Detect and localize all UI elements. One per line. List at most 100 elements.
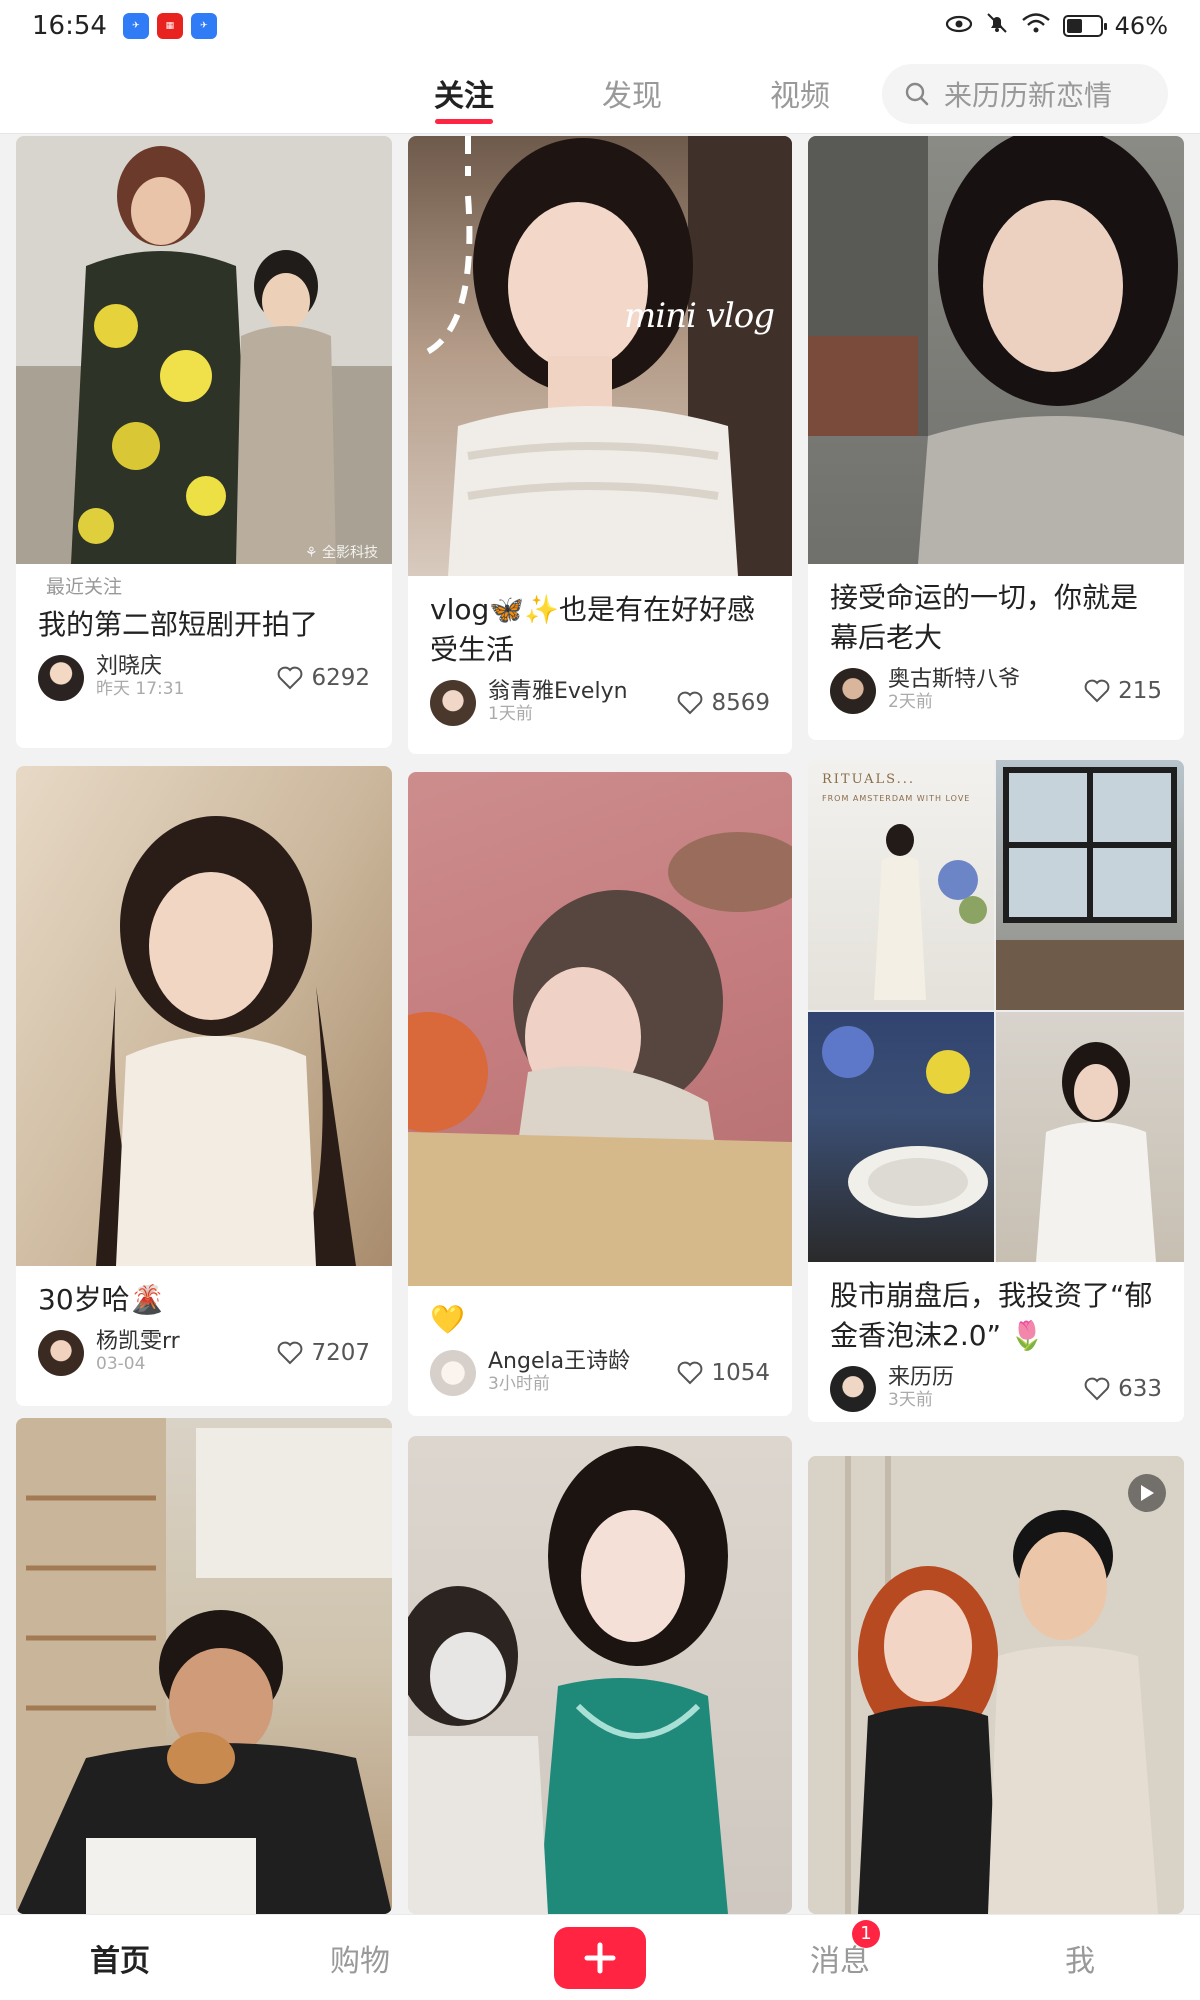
card-title: 股市崩盘后，我投资了“郁金香泡沫2.0” 🌷 [830,1279,1153,1352]
like-count: 6292 [311,665,370,691]
wifi-icon [1021,12,1051,40]
post-time: 3小时前 [488,1374,550,1394]
feed-card[interactable] [408,1436,792,1914]
like-count: 633 [1118,1376,1162,1402]
collage-photo: RITUALS... FROM AMSTERDAM WITH LOVE [808,760,994,1010]
tab-following[interactable]: 关注 [380,52,548,134]
post-time: 2天前 [888,692,933,712]
post-time: 1天前 [488,704,533,724]
card-footer: 奥古斯特八爷 2天前 215 [830,668,1162,714]
battery-level [1066,19,1082,33]
post-time: 昨天 17:31 [96,679,185,699]
avatar [430,680,476,726]
mute-icon [985,11,1009,41]
battery-percent: 46% [1114,12,1168,40]
author-name: 来历历 [888,1365,955,1390]
card-footer: Angela王诗龄 3小时前 1054 [430,1350,770,1396]
card-cover-image: ⚘ 全影科技 [16,136,392,564]
feed-card[interactable]: 30岁哈🌋 杨凯雯rr 03-04 7207 [16,766,392,1406]
avatar [38,1330,84,1376]
collage-photo [996,760,1184,1010]
like-button[interactable]: 215 [1084,678,1162,704]
feed-card[interactable]: RITUALS... FROM AMSTERDAM WITH LOVE 股市崩盘… [808,760,1184,1422]
heart-icon [1084,1377,1110,1401]
play-icon[interactable] [1128,1474,1166,1512]
author-name: 奥古斯特八爷 [888,667,1021,692]
like-button[interactable]: 6292 [277,665,370,691]
author-name: 刘晓庆 [96,654,163,679]
recent-follow-label: 最近关注 [46,576,123,598]
card-cover-image: RITUALS... FROM AMSTERDAM WITH LOVE [808,760,1184,1262]
feed-tabs: 关注 发现 视频 [380,52,884,134]
heart-icon [677,691,703,715]
card-cover-image [408,1436,792,1914]
card-footer: 杨凯雯rr 03-04 7207 [38,1330,370,1376]
search-icon [904,81,930,107]
avatar [830,1366,876,1412]
card-cover-image: mini vlog [408,136,792,576]
top-header: 关注 发现 视频 来历历新恋情 [0,52,1200,134]
nav-messages[interactable]: 消息 1 [720,1919,960,1980]
like-count: 8569 [711,690,770,716]
message-badge: 1 [852,1919,880,1948]
author-info[interactable]: 刘晓庆 昨天 17:31 [38,655,184,701]
card-title: 我的第二部短剧开拍了 [38,608,319,641]
author-info[interactable]: 奥古斯特八爷 2天前 [830,668,1020,714]
card-footer: 来历历 3天前 633 [830,1366,1162,1412]
status-bar: 16:54 ✈ ▦ ✈ 46% [0,0,1200,52]
avatar [430,1350,476,1396]
feed-card[interactable]: 接受命运的一切，你就是幕后老大 奥古斯特八爷 2天前 215 [808,136,1184,740]
tab-discover[interactable]: 发现 [548,52,716,134]
eye-icon [945,12,973,40]
nav-publish[interactable] [480,1926,720,1989]
heart-icon [1084,679,1110,703]
avatar [38,655,84,701]
search-placeholder: 来历历新恋情 [944,79,1113,112]
nav-shopping[interactable]: 购物 [240,1936,480,1980]
card-title: vlog🦋✨也是有在好好感受生活 [430,593,755,666]
like-count: 215 [1118,678,1162,704]
like-button[interactable]: 8569 [677,690,770,716]
author-info[interactable]: 来历历 3天前 [830,1366,954,1412]
battery-icon [1062,15,1107,37]
like-button[interactable]: 1054 [677,1360,770,1386]
author-info[interactable]: 翁青雅Evelyn 1天前 [430,680,628,726]
nav-me[interactable]: 我 [960,1936,1200,1980]
card-title: 💛 [430,1303,465,1336]
status-left: 16:54 ✈ ▦ ✈ [32,11,217,41]
app-notify-icon: ✈ [122,13,149,39]
card-cover-image [808,1456,1184,1914]
heart-icon [677,1361,703,1385]
like-button[interactable]: 7207 [277,1340,370,1366]
post-time: 3天前 [888,1390,933,1410]
bottom-nav: 首页 购物 消息 1 我 [0,1914,1200,2000]
like-button[interactable]: 633 [1084,1376,1162,1402]
card-cover-image [408,772,792,1286]
tab-video[interactable]: 视频 [716,52,884,134]
author-info[interactable]: Angela王诗龄 3小时前 [430,1350,630,1396]
app-notify-icon: ▦ [156,13,183,39]
plus-icon [584,1942,616,1973]
like-count: 1054 [711,1360,770,1386]
card-footer: 刘晓庆 昨天 17:31 6292 [38,655,370,701]
card-title: 接受命运的一切，你就是幕后老大 [830,581,1139,654]
feed-card[interactable]: ⚘ 全影科技 最近关注 我的第二部短剧开拍了 刘晓庆 昨天 17:31 6292 [16,136,392,748]
author-name: Angela王诗龄 [488,1349,631,1374]
card-cover-image [808,136,1184,564]
feed-card[interactable] [808,1456,1184,1914]
nav-home[interactable]: 首页 [0,1936,240,1980]
heart-icon [277,666,303,690]
author-name: 翁青雅Evelyn [488,679,628,704]
card-cover-image [16,1418,392,1914]
status-time: 16:54 [32,11,107,41]
feed-card[interactable] [16,1418,392,1914]
author-info[interactable]: 杨凯雯rr 03-04 [38,1330,180,1376]
image-overlay-text: mini vlog [623,296,775,336]
feed-card[interactable]: 💛 Angela王诗龄 3小时前 1054 [408,772,792,1416]
image-watermark: ⚘ 全影科技 [304,545,378,561]
search-input[interactable]: 来历历新恋情 [882,64,1168,124]
feed-card[interactable]: mini vlog vlog🦋✨也是有在好好感受生活 翁青雅Evelyn 1天前… [408,136,792,754]
add-post-button[interactable] [554,1926,646,1989]
status-right: 46% [945,11,1168,41]
card-title: 30岁哈🌋 [38,1283,165,1316]
